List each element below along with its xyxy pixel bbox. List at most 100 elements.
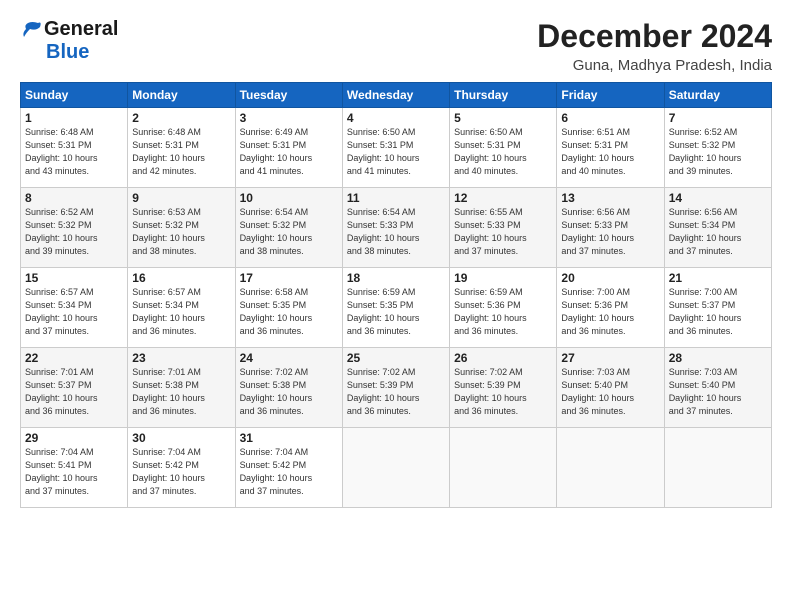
day-info: Sunrise: 7:02 AM Sunset: 5:39 PM Dayligh… [454,366,552,418]
table-row: 14Sunrise: 6:56 AM Sunset: 5:34 PM Dayli… [664,188,771,268]
day-info: Sunrise: 6:51 AM Sunset: 5:31 PM Dayligh… [561,126,659,178]
day-number: 15 [25,271,123,285]
table-row: 20Sunrise: 7:00 AM Sunset: 5:36 PM Dayli… [557,268,664,348]
day-number: 31 [240,431,338,445]
day-number: 21 [669,271,767,285]
day-info: Sunrise: 7:04 AM Sunset: 5:42 PM Dayligh… [132,446,230,498]
day-number: 27 [561,351,659,365]
day-number: 16 [132,271,230,285]
day-info: Sunrise: 7:01 AM Sunset: 5:38 PM Dayligh… [132,366,230,418]
day-number: 5 [454,111,552,125]
table-row: 21Sunrise: 7:00 AM Sunset: 5:37 PM Dayli… [664,268,771,348]
day-number: 12 [454,191,552,205]
table-row: 13Sunrise: 6:56 AM Sunset: 5:33 PM Dayli… [557,188,664,268]
calendar-table: Sunday Monday Tuesday Wednesday Thursday… [20,82,772,508]
table-row: 5Sunrise: 6:50 AM Sunset: 5:31 PM Daylig… [450,108,557,188]
title-block: December 2024 Guna, Madhya Pradesh, Indi… [537,18,772,74]
day-info: Sunrise: 6:52 AM Sunset: 5:32 PM Dayligh… [25,206,123,258]
table-row: 6Sunrise: 6:51 AM Sunset: 5:31 PM Daylig… [557,108,664,188]
header-saturday: Saturday [664,83,771,108]
logo: General Blue [20,18,118,64]
day-number: 17 [240,271,338,285]
day-info: Sunrise: 6:53 AM Sunset: 5:32 PM Dayligh… [132,206,230,258]
table-row [450,428,557,508]
header-wednesday: Wednesday [342,83,449,108]
day-info: Sunrise: 6:56 AM Sunset: 5:33 PM Dayligh… [561,206,659,258]
day-info: Sunrise: 6:49 AM Sunset: 5:31 PM Dayligh… [240,126,338,178]
calendar-title: December 2024 [537,18,772,55]
day-info: Sunrise: 6:48 AM Sunset: 5:31 PM Dayligh… [25,126,123,178]
table-row: 19Sunrise: 6:59 AM Sunset: 5:36 PM Dayli… [450,268,557,348]
week-row-1: 1Sunrise: 6:48 AM Sunset: 5:31 PM Daylig… [21,108,772,188]
table-row: 30Sunrise: 7:04 AM Sunset: 5:42 PM Dayli… [128,428,235,508]
day-info: Sunrise: 6:56 AM Sunset: 5:34 PM Dayligh… [669,206,767,258]
table-row: 11Sunrise: 6:54 AM Sunset: 5:33 PM Dayli… [342,188,449,268]
week-row-3: 15Sunrise: 6:57 AM Sunset: 5:34 PM Dayli… [21,268,772,348]
header-sunday: Sunday [21,83,128,108]
table-row: 25Sunrise: 7:02 AM Sunset: 5:39 PM Dayli… [342,348,449,428]
table-row: 27Sunrise: 7:03 AM Sunset: 5:40 PM Dayli… [557,348,664,428]
day-info: Sunrise: 6:59 AM Sunset: 5:35 PM Dayligh… [347,286,445,338]
table-row: 3Sunrise: 6:49 AM Sunset: 5:31 PM Daylig… [235,108,342,188]
day-info: Sunrise: 7:02 AM Sunset: 5:38 PM Dayligh… [240,366,338,418]
table-row: 4Sunrise: 6:50 AM Sunset: 5:31 PM Daylig… [342,108,449,188]
header-friday: Friday [557,83,664,108]
day-info: Sunrise: 6:57 AM Sunset: 5:34 PM Dayligh… [25,286,123,338]
day-number: 23 [132,351,230,365]
table-row: 31Sunrise: 7:04 AM Sunset: 5:42 PM Dayli… [235,428,342,508]
day-info: Sunrise: 7:01 AM Sunset: 5:37 PM Dayligh… [25,366,123,418]
day-number: 20 [561,271,659,285]
day-info: Sunrise: 7:00 AM Sunset: 5:37 PM Dayligh… [669,286,767,338]
table-row: 22Sunrise: 7:01 AM Sunset: 5:37 PM Dayli… [21,348,128,428]
day-info: Sunrise: 7:04 AM Sunset: 5:42 PM Dayligh… [240,446,338,498]
day-info: Sunrise: 7:04 AM Sunset: 5:41 PM Dayligh… [25,446,123,498]
day-info: Sunrise: 6:58 AM Sunset: 5:35 PM Dayligh… [240,286,338,338]
table-row: 2Sunrise: 6:48 AM Sunset: 5:31 PM Daylig… [128,108,235,188]
day-info: Sunrise: 6:52 AM Sunset: 5:32 PM Dayligh… [669,126,767,178]
header-monday: Monday [128,83,235,108]
table-row: 12Sunrise: 6:55 AM Sunset: 5:33 PM Dayli… [450,188,557,268]
week-row-2: 8Sunrise: 6:52 AM Sunset: 5:32 PM Daylig… [21,188,772,268]
day-info: Sunrise: 6:57 AM Sunset: 5:34 PM Dayligh… [132,286,230,338]
day-info: Sunrise: 6:54 AM Sunset: 5:33 PM Dayligh… [347,206,445,258]
table-row: 23Sunrise: 7:01 AM Sunset: 5:38 PM Dayli… [128,348,235,428]
header-tuesday: Tuesday [235,83,342,108]
day-info: Sunrise: 6:48 AM Sunset: 5:31 PM Dayligh… [132,126,230,178]
day-number: 14 [669,191,767,205]
day-number: 18 [347,271,445,285]
day-number: 30 [132,431,230,445]
day-info: Sunrise: 7:00 AM Sunset: 5:36 PM Dayligh… [561,286,659,338]
day-info: Sunrise: 6:50 AM Sunset: 5:31 PM Dayligh… [454,126,552,178]
table-row: 9Sunrise: 6:53 AM Sunset: 5:32 PM Daylig… [128,188,235,268]
table-row [557,428,664,508]
table-row [342,428,449,508]
day-number: 22 [25,351,123,365]
table-row: 8Sunrise: 6:52 AM Sunset: 5:32 PM Daylig… [21,188,128,268]
week-row-4: 22Sunrise: 7:01 AM Sunset: 5:37 PM Dayli… [21,348,772,428]
week-row-5: 29Sunrise: 7:04 AM Sunset: 5:41 PM Dayli… [21,428,772,508]
table-row: 10Sunrise: 6:54 AM Sunset: 5:32 PM Dayli… [235,188,342,268]
table-row: 18Sunrise: 6:59 AM Sunset: 5:35 PM Dayli… [342,268,449,348]
header: General Blue December 2024 Guna, Madhya … [20,18,772,74]
day-number: 7 [669,111,767,125]
table-row: 1Sunrise: 6:48 AM Sunset: 5:31 PM Daylig… [21,108,128,188]
day-number: 26 [454,351,552,365]
day-number: 4 [347,111,445,125]
day-number: 3 [240,111,338,125]
day-info: Sunrise: 6:54 AM Sunset: 5:32 PM Dayligh… [240,206,338,258]
day-number: 2 [132,111,230,125]
day-info: Sunrise: 7:02 AM Sunset: 5:39 PM Dayligh… [347,366,445,418]
day-number: 9 [132,191,230,205]
header-thursday: Thursday [450,83,557,108]
calendar-subtitle: Guna, Madhya Pradesh, India [537,57,772,74]
day-number: 24 [240,351,338,365]
logo-bird-icon [20,21,42,39]
day-number: 8 [25,191,123,205]
day-number: 29 [25,431,123,445]
day-info: Sunrise: 6:59 AM Sunset: 5:36 PM Dayligh… [454,286,552,338]
table-row: 28Sunrise: 7:03 AM Sunset: 5:40 PM Dayli… [664,348,771,428]
day-number: 10 [240,191,338,205]
day-number: 19 [454,271,552,285]
logo-text-general: General [44,18,118,41]
table-row: 17Sunrise: 6:58 AM Sunset: 5:35 PM Dayli… [235,268,342,348]
